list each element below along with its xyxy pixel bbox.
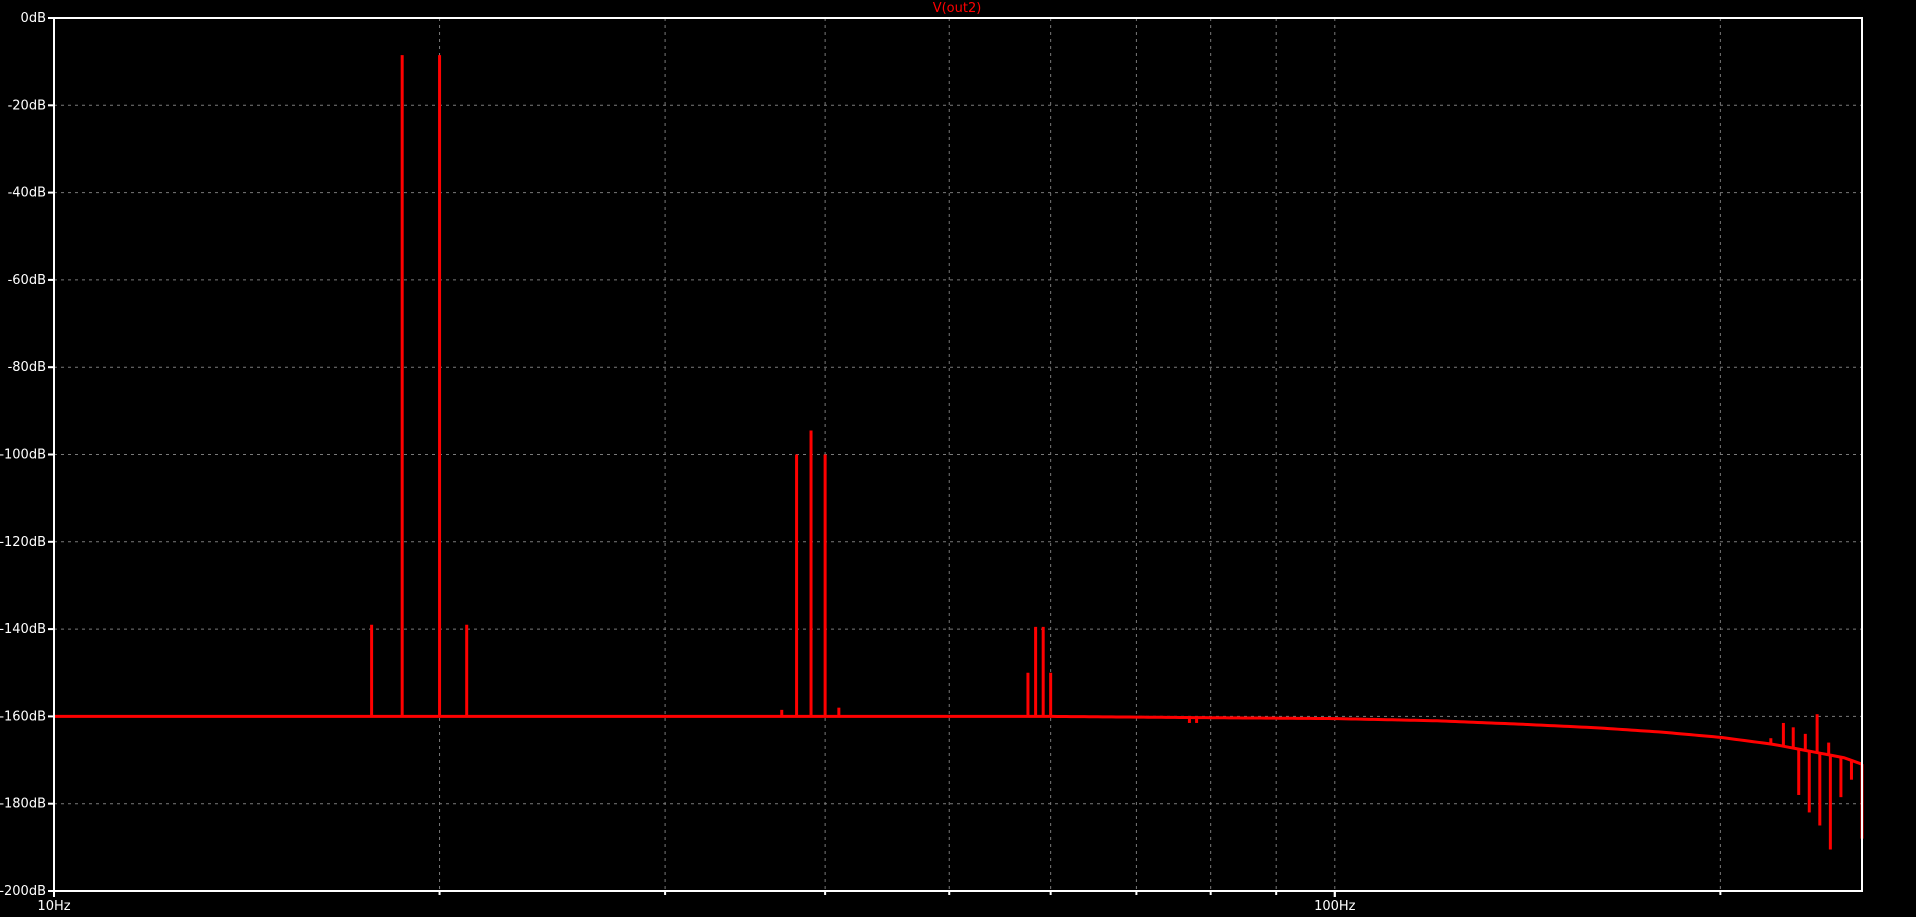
y-tick-label: -100dB: [0, 448, 46, 463]
y-tick-label: -60dB: [8, 273, 46, 288]
fft-plot: 0dB -20dB -40dB -60dB -80dB -100dB -120dB -140d…: [0, 0, 1916, 917]
y-tick-label: -180dB: [0, 797, 46, 812]
x-tick-label: 10Hz: [37, 899, 70, 914]
y-tick-label: -80dB: [8, 360, 46, 375]
y-tick-label: -120dB: [0, 535, 46, 550]
plot-background: [0, 0, 1916, 917]
trace-title[interactable]: V(out2): [933, 1, 982, 16]
y-tick-label: -40dB: [8, 186, 46, 201]
y-tick-label: -20dB: [8, 98, 46, 113]
x-tick-label: 100Hz: [1314, 899, 1356, 914]
y-tick-label: -140dB: [0, 622, 46, 637]
y-tick-label: -160dB: [0, 709, 46, 724]
y-tick-label: 0dB: [21, 11, 46, 26]
y-tick-label: -200dB: [0, 884, 46, 899]
